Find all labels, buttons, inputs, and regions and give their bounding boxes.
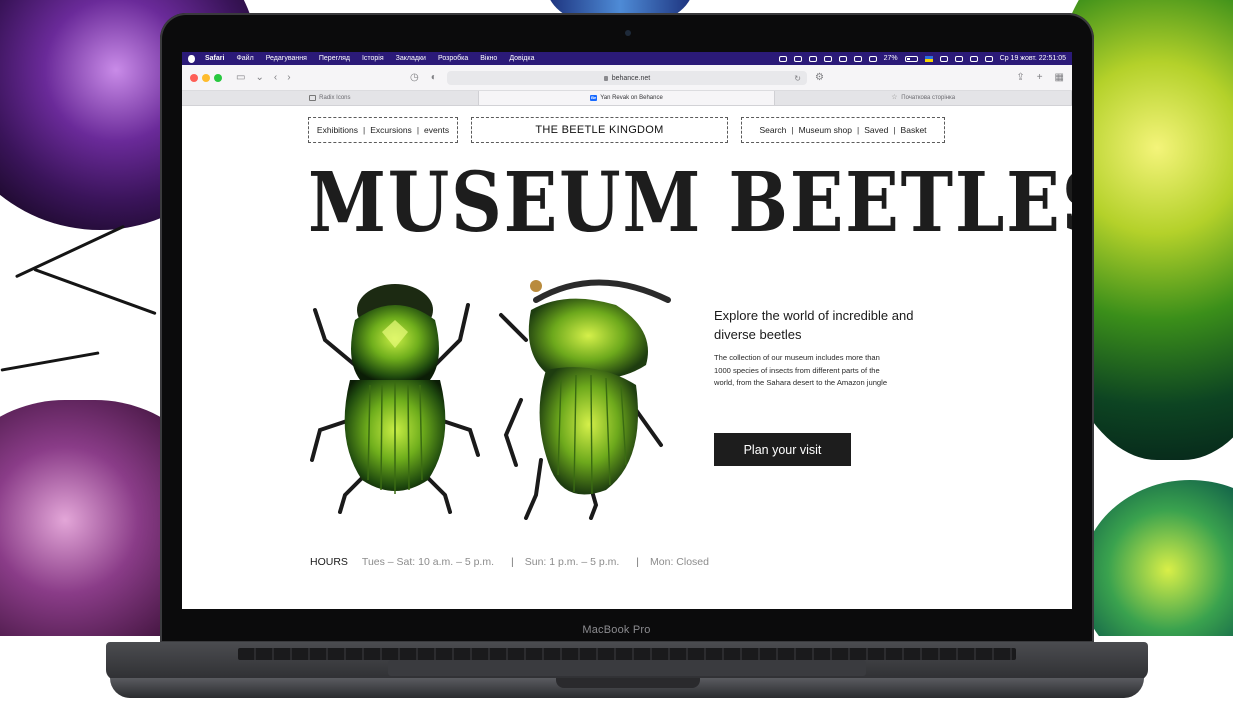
close-window-button[interactable] <box>190 73 198 82</box>
bluetooth-icon[interactable] <box>868 55 877 62</box>
menubar-clock[interactable]: Ср 19 жовт. 22:51:05 <box>1000 55 1066 62</box>
beetle-dorsal-image <box>310 284 480 514</box>
menu-bookmarks[interactable]: Закладки <box>396 55 426 62</box>
tab-behance[interactable]: Be Yan Revak on Behance <box>478 91 776 105</box>
web-page: Exhibitions | Excursions | events THE BE… <box>182 106 1072 609</box>
trackpad <box>388 660 866 676</box>
menu-edit[interactable]: Редагування <box>266 55 307 62</box>
battery-icon[interactable] <box>904 55 918 62</box>
status-icon[interactable] <box>778 55 787 62</box>
creative-cloud-icon[interactable] <box>793 55 802 62</box>
menu-window[interactable]: Вікно <box>480 55 497 62</box>
new-tab-button[interactable]: + <box>1037 72 1043 83</box>
chevron-down-icon[interactable]: ⌄ <box>255 72 263 83</box>
laptop-screen: Safari Файл Редагування Перегляд Історія… <box>182 52 1072 609</box>
hours-entry: Sun: 1 p.m. – 5 p.m. <box>524 556 620 568</box>
siri-icon[interactable] <box>984 55 993 62</box>
opening-hours: HOURS Tues – Sat: 10 a.m. – 5 p.m. | Sun… <box>310 556 709 568</box>
wifi-icon[interactable] <box>939 55 948 62</box>
nav-utility: Search | Museum shop | Saved | Basket <box>741 117 945 143</box>
radix-favicon-icon <box>309 95 317 101</box>
clock-icon[interactable]: ◷ <box>410 72 419 83</box>
nav-link-basket[interactable]: Basket <box>901 125 927 135</box>
moon-icon[interactable] <box>853 55 862 62</box>
minimize-window-button[interactable] <box>202 73 210 82</box>
star-icon: ☆ <box>891 94 898 101</box>
beetle-side-image <box>499 279 671 520</box>
display-icon[interactable] <box>838 55 847 62</box>
screen-icon[interactable] <box>808 55 817 62</box>
nav-link-saved[interactable]: Saved <box>864 125 888 135</box>
tab-label: Yan Revak on Behance <box>600 95 663 101</box>
volume-icon[interactable] <box>823 55 832 62</box>
input-source-flag-icon[interactable] <box>924 55 933 62</box>
tab-bar: Radix Icons Be Yan Revak on Behance ☆ По… <box>182 91 1072 106</box>
settings-gear-icon[interactable]: ⚙ <box>815 72 824 83</box>
intro-text: The collection of our museum includes mo… <box>714 353 888 387</box>
tab-start-page[interactable]: ☆ Початкова сторінка <box>775 91 1072 105</box>
battery-percent: 27% <box>883 55 898 62</box>
brand-logo[interactable]: THE BEETLE KINGDOM <box>471 117 728 143</box>
behance-favicon-icon: Be <box>590 95 598 101</box>
intro-heading: Explore the world of incredible and dive… <box>714 308 914 342</box>
forward-button[interactable]: › <box>287 72 290 83</box>
nav-link-search[interactable]: Search <box>759 125 786 135</box>
brand-name[interactable]: THE BEETLE KINGDOM <box>535 124 663 136</box>
safari-toolbar: ▭ ⌄ ‹ › ◷ ◐ behance.net ↻ ⚙ ⇪ + ▦ <box>182 65 1072 91</box>
menu-safari[interactable]: Safari <box>205 55 224 62</box>
address-url[interactable]: behance.net <box>612 75 651 82</box>
privacy-shield-icon[interactable]: ◐ <box>431 72 437 83</box>
search-icon[interactable] <box>954 55 963 62</box>
beetle-leg-art <box>0 351 100 372</box>
keyboard <box>238 648 1016 660</box>
page-title: MUSEUM BEETLES <box>308 155 1072 251</box>
nav-separator: | <box>363 125 366 135</box>
tab-overview-icon[interactable]: ▦ <box>1055 72 1064 83</box>
menu-view[interactable]: Перегляд <box>319 55 350 62</box>
hours-separator: | <box>511 556 514 568</box>
plan-visit-button[interactable]: Plan your visit <box>714 433 851 466</box>
nav-link-exhibitions[interactable]: Exhibitions <box>317 125 358 135</box>
zoom-window-button[interactable] <box>214 73 222 82</box>
device-label: MacBook Pro <box>582 624 651 636</box>
menu-history[interactable]: Історія <box>362 55 384 62</box>
reload-icon[interactable]: ↻ <box>794 74 801 83</box>
nav-separator: | <box>857 125 860 135</box>
tab-label: Radix Icons <box>319 95 351 101</box>
beetle-leg-art <box>33 267 157 316</box>
beetle-leg-art <box>14 224 126 279</box>
share-icon[interactable]: ⇪ <box>1016 72 1024 83</box>
hours-label: HOURS <box>310 556 348 568</box>
hours-entry: Tues – Sat: 10 a.m. – 5 p.m. <box>361 556 495 568</box>
hours-separator: | <box>636 556 640 568</box>
toolbar-right-buttons: ⇪ + ▦ <box>1016 72 1064 83</box>
apple-icon[interactable] <box>188 54 195 63</box>
back-button[interactable]: ‹ <box>274 72 277 83</box>
nav-link-events[interactable]: events <box>424 125 449 135</box>
menu-develop[interactable]: Розробка <box>438 55 468 62</box>
lid-notch <box>556 678 700 688</box>
address-bar[interactable]: behance.net ↻ <box>447 71 807 85</box>
toolbar-extension-icons: ◷ ◐ <box>410 72 437 83</box>
sidebar-toggle-icon[interactable]: ▭ <box>236 72 245 83</box>
camera-icon <box>625 30 631 36</box>
hours-entry: Mon: Closed <box>650 556 709 568</box>
macos-menubar: Safari Файл Редагування Перегляд Історія… <box>182 52 1072 65</box>
nav-separator: | <box>893 125 896 135</box>
lock-icon <box>603 75 608 81</box>
nav-separator: | <box>791 125 794 135</box>
nav-link-excursions[interactable]: Excursions <box>370 125 412 135</box>
nav-separator: | <box>416 125 420 135</box>
tab-radix-icons[interactable]: Radix Icons <box>182 91 479 105</box>
tab-label: Початкова сторінка <box>901 95 956 101</box>
menu-help[interactable]: Довідка <box>509 55 534 62</box>
status-area: 27% Ср 19 жовт. 22:51:05 <box>778 55 1066 62</box>
nav-primary: Exhibitions | Excursions | events <box>308 117 458 143</box>
control-center-icon[interactable] <box>969 55 978 62</box>
nav-link-museum-shop[interactable]: Museum shop <box>799 125 852 135</box>
menu-file[interactable]: Файл <box>236 55 253 62</box>
